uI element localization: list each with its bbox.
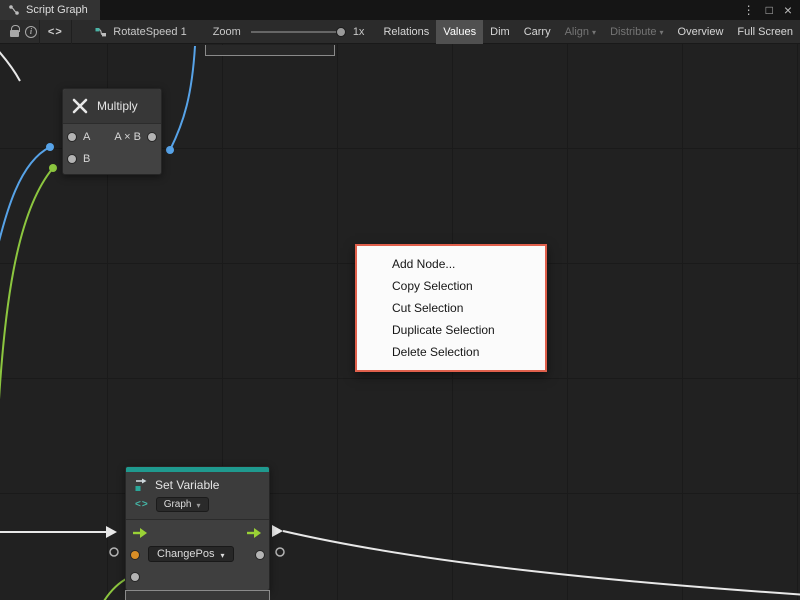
info-button[interactable]: i <box>23 20 40 44</box>
port-label: A × B <box>114 131 141 143</box>
variable-name-port[interactable] <box>131 551 139 559</box>
multiply-icon <box>71 97 89 115</box>
flow-port-row <box>126 522 269 544</box>
canvas-context-menu: Add Node... Copy Selection Cut Selection… <box>355 244 547 372</box>
variable-output-port[interactable] <box>256 551 264 559</box>
port-row-a: A A × B <box>63 126 161 148</box>
zoom-label: Zoom <box>213 26 241 38</box>
variable-name-dropdown[interactable]: ChangePos ▾ <box>148 546 234 562</box>
toolbar-button-group: Relations Values Dim Carry Align▾ Distri… <box>376 20 800 44</box>
fullscreen-button[interactable]: Full Screen <box>730 20 800 44</box>
zoom-value: 1x <box>353 26 365 38</box>
multiply-node[interactable]: Multiply A A × B B <box>62 88 162 175</box>
script-graph-window: Script Graph ⋮ □ × i <> RotateSpeed 1 Zo… <box>0 0 800 600</box>
set-variable-icon <box>134 478 148 492</box>
overview-button[interactable]: Overview <box>671 20 731 44</box>
variable-scope-dropdown[interactable]: Graph ▾ <box>156 497 209 512</box>
chevron-down-icon: ▾ <box>592 21 596 45</box>
output-port-result[interactable] <box>148 133 156 141</box>
input-port-a[interactable] <box>68 133 76 141</box>
menu-item-add-node[interactable]: Add Node... <box>357 253 545 275</box>
dim-button[interactable]: Dim <box>483 20 517 44</box>
flow-output-arrow-icon[interactable] <box>247 527 262 539</box>
zoom-slider[interactable] <box>251 31 343 33</box>
port-label: A <box>83 131 90 143</box>
chevron-down-icon: ▾ <box>196 501 200 510</box>
value-input-row <box>126 566 269 586</box>
tab-script-graph[interactable]: Script Graph <box>0 0 100 20</box>
zoom-slider-knob[interactable] <box>336 27 346 37</box>
title-bar: Script Graph ⋮ □ × <box>0 0 800 20</box>
chevron-down-icon: ▾ <box>221 551 225 560</box>
flow-input-arrow-icon[interactable] <box>133 527 148 539</box>
relations-button[interactable]: Relations <box>376 20 436 44</box>
node-title: Multiply <box>97 99 138 113</box>
script-graph-icon <box>95 26 107 38</box>
value-input-port[interactable] <box>131 573 139 581</box>
carry-button[interactable]: Carry <box>517 20 558 44</box>
port-label: B <box>83 153 90 165</box>
zoom-control: Zoom 1x <box>213 26 365 38</box>
graph-toolbar: i <> RotateSpeed 1 Zoom 1x Relations Val… <box>0 20 800 44</box>
align-button: Align▾ <box>558 20 603 44</box>
chevron-down-icon: ▾ <box>660 21 664 45</box>
tab-title: Script Graph <box>26 4 88 16</box>
variable-port-row: ChangePos ▾ <box>126 544 269 566</box>
graph-name: RotateSpeed 1 <box>113 26 186 38</box>
distribute-button: Distribute▾ <box>603 20 670 44</box>
toolbar-divider <box>71 20 72 44</box>
port-row-b: B <box>63 148 161 170</box>
clipped-node-bottom[interactable] <box>125 590 270 600</box>
lock-icon <box>10 30 19 37</box>
info-icon: i <box>25 26 37 38</box>
graph-icon <box>8 4 20 16</box>
window-menu-icon[interactable]: ⋮ <box>743 0 755 20</box>
menu-item-duplicate-selection[interactable]: Duplicate Selection <box>357 319 545 341</box>
input-port-b[interactable] <box>68 155 76 163</box>
menu-item-delete-selection[interactable]: Delete Selection <box>357 341 545 363</box>
code-preview-button[interactable]: <> <box>40 20 70 44</box>
clipped-node-top[interactable] <box>205 45 335 56</box>
set-variable-header[interactable]: Set Variable <> Graph ▾ <box>126 472 269 520</box>
close-icon[interactable]: × <box>784 0 792 20</box>
multiply-node-header[interactable]: Multiply <box>63 89 161 124</box>
set-variable-node[interactable]: Set Variable <> Graph ▾ <box>125 466 270 591</box>
lock-button[interactable] <box>6 20 23 44</box>
menu-item-cut-selection[interactable]: Cut Selection <box>357 297 545 319</box>
graph-breadcrumb[interactable]: RotateSpeed 1 <box>95 26 186 38</box>
menu-item-copy-selection[interactable]: Copy Selection <box>357 275 545 297</box>
values-button[interactable]: Values <box>436 20 483 44</box>
code-icon: <> <box>135 499 149 510</box>
maximize-icon[interactable]: □ <box>766 0 773 20</box>
node-title: Set Variable <box>155 478 219 492</box>
